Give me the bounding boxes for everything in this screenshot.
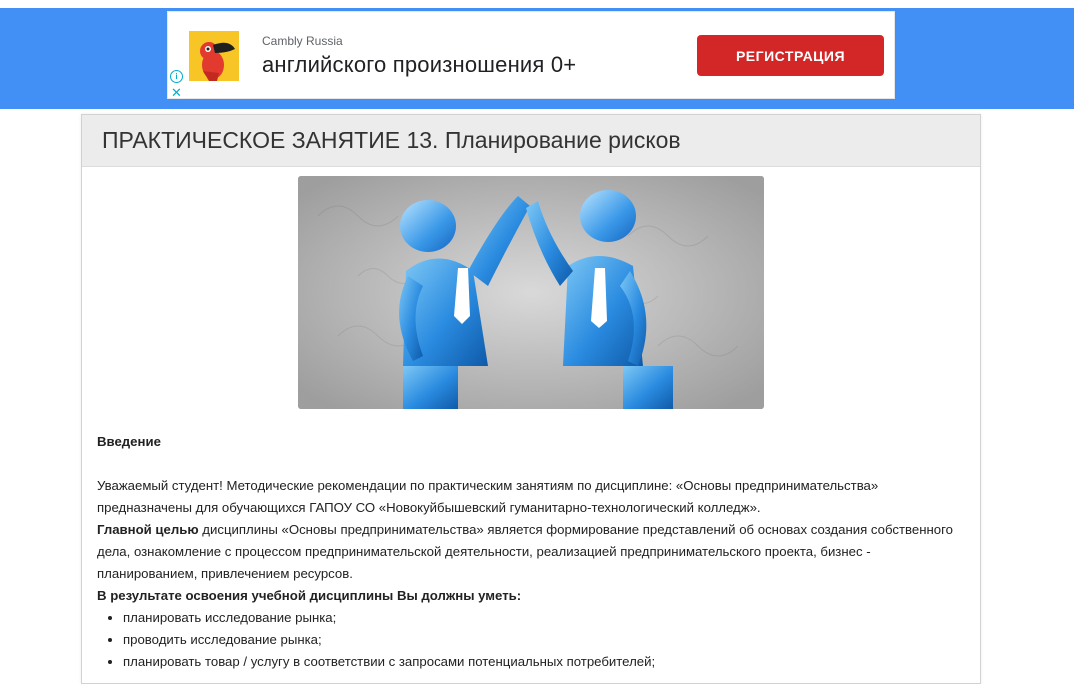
toucan-icon[interactable]	[189, 31, 239, 81]
list-item: планировать исследование рынка;	[123, 607, 957, 629]
ad-info-icon[interactable]: i	[170, 70, 183, 83]
skills-list: планировать исследование рынка; проводит…	[97, 607, 957, 673]
goal-paragraph: Главной целью дисциплины «Основы предпри…	[97, 519, 957, 585]
list-item: проводить исследование рынка;	[123, 629, 957, 651]
list-item: планировать товар / услугу в соответстви…	[123, 651, 957, 673]
intro-paragraph: Уважаемый студент! Методические рекоменд…	[97, 478, 879, 515]
card-header: ПРАКТИЧЕСКОЕ ЗАНЯТИЕ 13. Планирование ри…	[82, 115, 980, 167]
skills-heading: В результате освоения учебной дисциплины…	[97, 588, 522, 603]
ad-headline[interactable]: английского произношения 0+	[262, 52, 576, 78]
ad-close-icon[interactable]: ✕	[171, 86, 182, 99]
page-title: ПРАКТИЧЕСКОЕ ЗАНЯТИЕ 13. Планирование ри…	[102, 127, 681, 153]
ad-advertiser[interactable]: Cambly Russia	[262, 34, 343, 48]
advertisement[interactable]: Cambly Russia английского произношения 0…	[167, 11, 895, 99]
intro-heading: Введение	[97, 434, 161, 449]
register-button[interactable]: РЕГИСТРАЦИЯ	[697, 35, 884, 76]
goal-text: дисциплины «Основы предпринимательства» …	[97, 522, 953, 581]
lesson-content: Введение Уважаемый студент! Методические…	[97, 431, 957, 673]
two-businessmen-high-five-image	[298, 176, 764, 409]
top-strip	[0, 0, 1074, 8]
lesson-card: ПРАКТИЧЕСКОЕ ЗАНЯТИЕ 13. Планирование ри…	[81, 114, 981, 684]
goal-label: Главной целью	[97, 522, 199, 537]
